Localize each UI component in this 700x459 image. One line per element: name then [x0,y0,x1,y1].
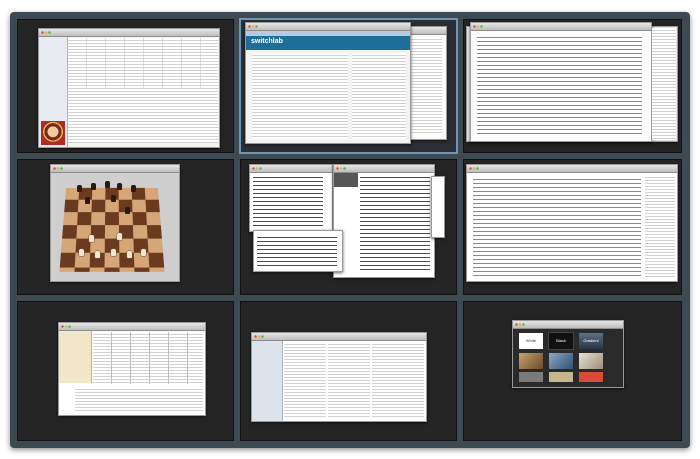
finder-column[interactable] [284,342,326,418]
window-titlebar[interactable] [39,29,219,37]
terminal-output [257,235,337,267]
document-text [477,35,642,135]
document-window[interactable] [470,22,652,142]
spaces-overview: switchlab White Black Gradient [10,12,690,448]
space-8[interactable] [240,301,457,441]
black-piece[interactable] [91,183,96,190]
white-piece[interactable] [111,249,116,256]
terminal-window[interactable] [333,164,435,278]
window-titlebar[interactable] [334,165,434,173]
terminal-window[interactable] [431,176,445,238]
theme-gradient-label: Gradient [583,338,599,343]
black-piece[interactable] [111,195,116,202]
space-1[interactable] [17,19,234,153]
mail-columns [68,38,218,88]
window-titlebar[interactable] [246,23,410,31]
window-controls-icon[interactable] [336,167,346,170]
white-piece[interactable] [141,249,146,256]
white-piece[interactable] [89,235,94,242]
space-9[interactable]: White Black Gradient [463,301,682,441]
terminal-window[interactable] [249,164,333,232]
finder-window[interactable] [251,332,427,422]
window-controls-icon[interactable] [41,31,51,34]
window-titlebar[interactable] [471,23,651,31]
black-piece[interactable] [77,185,82,192]
theme-white-label: White [525,338,537,343]
theme-thumbnail[interactable] [519,353,543,369]
theme-thumbnail[interactable] [579,353,603,369]
theme-thumbnail[interactable] [549,372,573,382]
finder-column[interactable] [372,342,424,418]
space-5[interactable] [240,159,457,295]
terminal-output [253,175,323,227]
terminal-dark-panel [334,173,358,187]
code-text [473,177,641,277]
finder-column[interactable] [328,342,370,418]
space-4[interactable] [17,159,234,295]
terminal-window[interactable] [253,230,343,272]
window-controls-icon[interactable] [469,167,479,170]
window-controls-icon[interactable] [61,325,71,328]
theme-thumbnail[interactable] [519,372,543,382]
black-piece[interactable] [125,207,130,214]
window-titlebar[interactable] [51,165,179,173]
keynote-theme-chooser[interactable]: White Black Gradient [512,320,624,388]
sheet-sidebar [59,331,92,383]
window-controls-icon[interactable] [248,25,258,28]
page-content [252,53,348,139]
window-titlebar[interactable] [250,165,332,173]
sheet-table[interactable] [75,387,203,413]
window-controls-icon[interactable] [473,25,483,28]
theme-thumbnail[interactable] [549,353,573,369]
window-controls-icon[interactable] [252,167,262,170]
file-tree [645,175,675,279]
chess-window[interactable] [50,164,180,282]
mail-window[interactable] [38,28,220,148]
space-6[interactable] [463,159,682,295]
sheet-columns [93,332,203,384]
terminal-output [360,175,430,273]
page-sidebar [352,53,406,139]
browser-window[interactable]: switchlab [245,22,411,144]
white-piece[interactable] [117,233,122,240]
space-2[interactable]: switchlab [239,18,458,154]
inspector-panel [652,28,676,140]
spreadsheet-window[interactable] [58,322,206,416]
finder-sidebar [252,341,283,421]
white-piece[interactable] [79,249,84,256]
window-titlebar[interactable] [59,323,205,331]
theme-black-label: Black [556,338,566,343]
theme-thumbnail[interactable] [579,372,603,382]
black-piece[interactable] [131,185,136,192]
window-titlebar[interactable] [467,165,677,173]
window-controls-icon[interactable] [515,323,525,326]
black-piece[interactable] [105,181,110,188]
window-titlebar[interactable] [252,333,426,341]
site-logo[interactable]: switchlab [251,38,283,45]
black-piece[interactable] [117,183,122,190]
white-piece[interactable] [127,251,132,258]
space-7[interactable] [17,301,234,441]
space-3[interactable] [463,19,682,153]
code-editor-window[interactable] [466,164,678,282]
window-controls-icon[interactable] [53,167,63,170]
window-titlebar[interactable] [513,321,623,329]
window-controls-icon[interactable] [254,335,264,338]
black-piece[interactable] [85,197,90,204]
contact-photo-icon [41,121,65,145]
white-piece[interactable] [95,251,100,258]
